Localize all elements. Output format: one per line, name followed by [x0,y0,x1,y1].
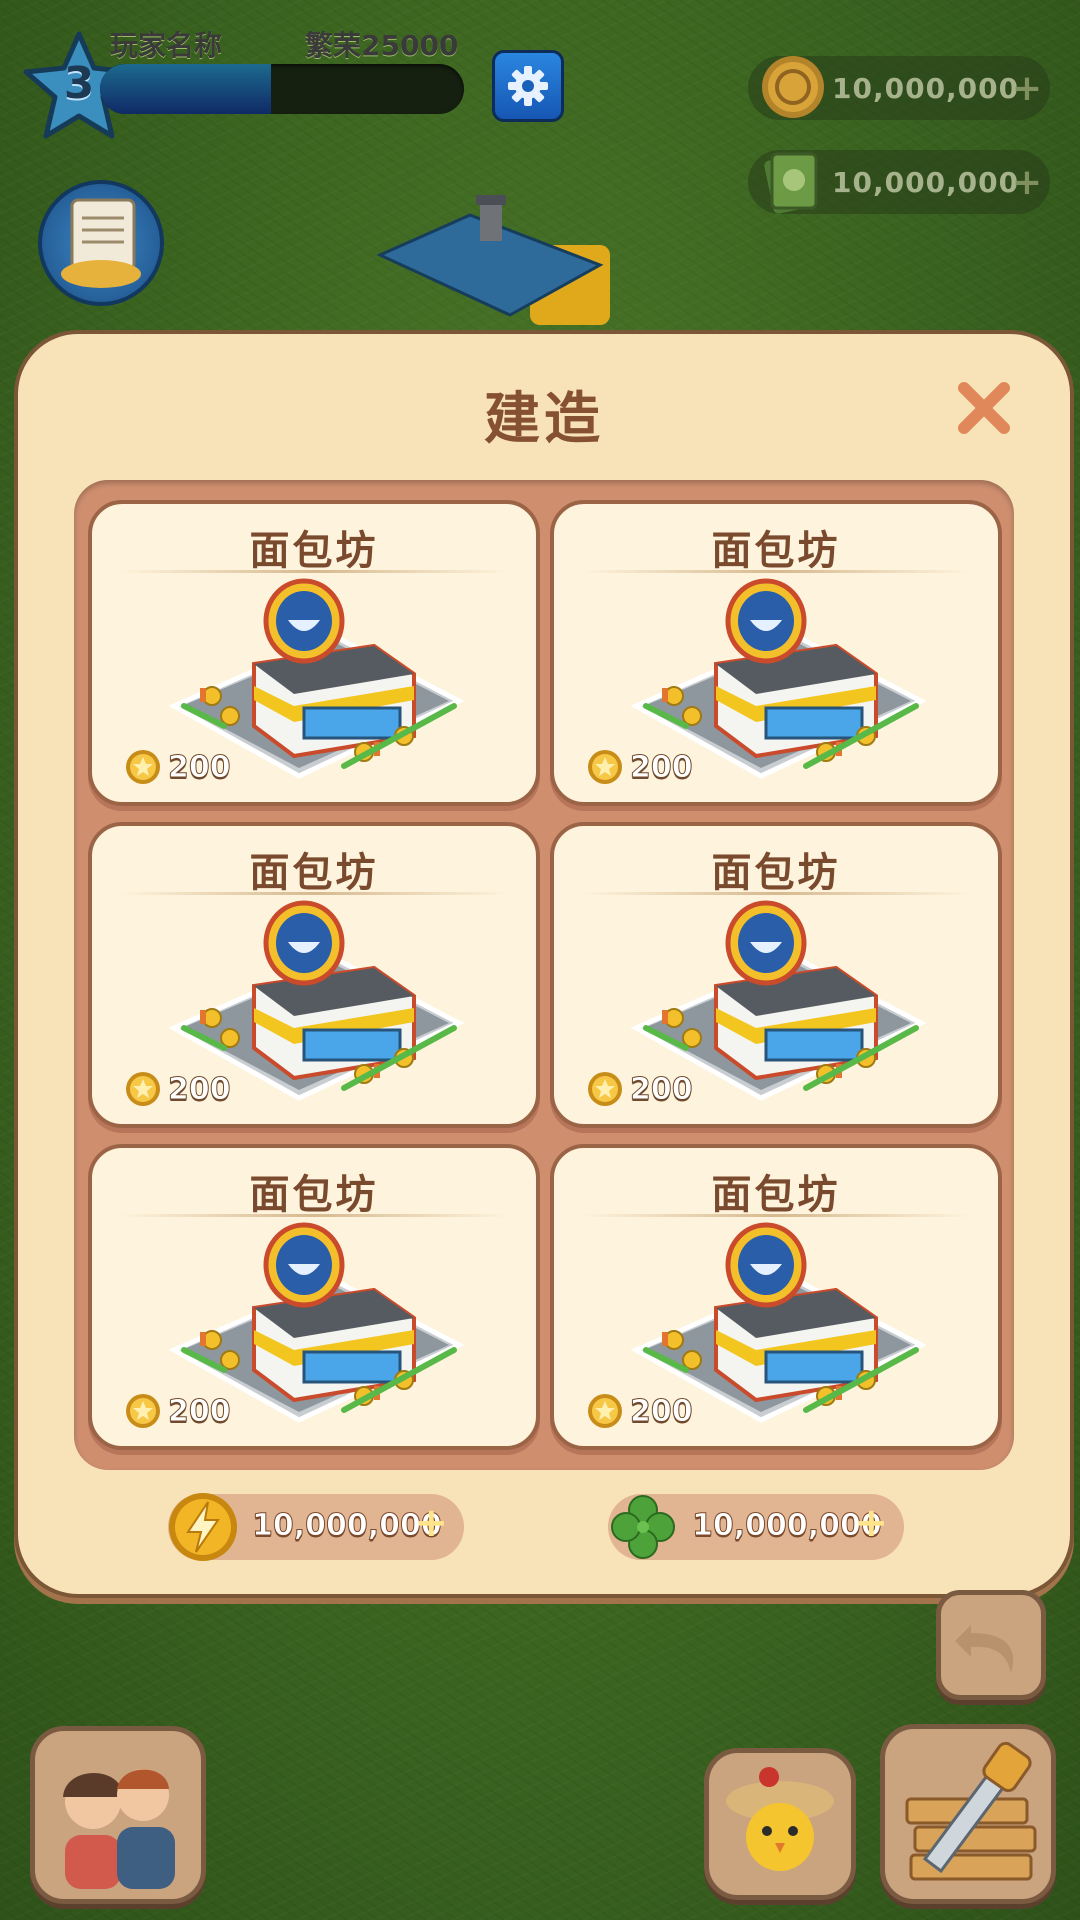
add-energy-button[interactable]: + [414,1500,448,1546]
add-clover-button[interactable]: + [854,1500,888,1546]
building-name: 面包坊 [249,850,379,896]
price-amount: 200 [168,1071,232,1107]
coin-icon [762,56,824,118]
price-amount: 200 [630,1071,694,1107]
price-tag: 200 [586,1070,693,1108]
price-amount: 200 [168,1393,232,1429]
coin-icon [124,748,162,786]
cash-balance: 10,000,000 + [748,150,1050,214]
building-grid: 面包坊 200 面包坊 200 面包坊 200 面包坊 200 面包坊 200 … [74,480,1014,1470]
price-tag: 200 [124,748,231,786]
price-tag: 200 [586,1392,693,1430]
close-icon[interactable] [954,378,1014,438]
building-card[interactable]: 面包坊 200 [88,822,540,1128]
price-amount: 200 [630,749,694,785]
divider [582,1214,970,1217]
building-name: 面包坊 [711,528,841,574]
coin-icon [586,1392,624,1430]
gear-icon [508,66,548,106]
chicken-icon [726,1767,834,1871]
divider [582,570,970,573]
saw-icon [905,1741,1037,1881]
settings-button[interactable] [492,50,564,122]
build-dialog: 建造 面包坊 200 面包坊 200 面包坊 200 面包坊 200 面包坊 2… [14,330,1074,1598]
divider [120,570,508,573]
clover-icon [611,1495,675,1559]
divider [582,892,970,895]
add-coins-button[interactable]: + [1012,68,1042,109]
prosperity-progress-bar [100,64,464,114]
build-button[interactable] [880,1724,1056,1904]
divider [120,892,508,895]
cash-icon [764,152,818,214]
divider [120,1214,508,1217]
friends-avatar-icon [63,1769,175,1889]
building-name: 面包坊 [711,1172,841,1218]
coin-icon [586,748,624,786]
building-card[interactable]: 面包坊 200 [550,822,1002,1128]
price-tag: 200 [124,1070,231,1108]
undo-icon [955,1625,1014,1673]
price-tag: 200 [586,748,693,786]
clover-balance: 10,000,000 + [608,1494,904,1560]
cash-amount: 10,000,000 [832,165,1020,199]
price-amount: 200 [630,1393,694,1429]
player-name: 玩家名称 [110,29,223,62]
building-card[interactable]: 面包坊 200 [550,1144,1002,1450]
quest-button[interactable] [38,180,164,306]
building-name: 面包坊 [249,1172,379,1218]
chicken-farmer-button[interactable] [704,1748,856,1900]
coin-icon [124,1070,162,1108]
friends-button[interactable] [30,1726,206,1904]
add-cash-button[interactable]: + [1012,162,1042,203]
energy-balance: 10,000,000 + [168,1493,464,1561]
energy-amount: 10,000,000 [252,1508,443,1544]
price-tag: 200 [124,1392,231,1430]
progress-fill [100,64,272,114]
coin-icon [586,1070,624,1108]
scroll-icon [61,198,141,288]
dialog-title: 建造 [484,387,604,452]
building-card[interactable]: 面包坊 200 [88,500,540,806]
lightning-coin-icon [169,1493,237,1561]
building-name: 面包坊 [249,528,379,574]
prosperity-value: 繁荣25000 [305,29,459,62]
building-card[interactable]: 面包坊 200 [550,500,1002,806]
coin-amount: 10,000,000 [832,71,1020,105]
clover-amount: 10,000,000 [692,1508,883,1544]
building-name: 面包坊 [711,850,841,896]
house-building [376,195,610,325]
coin-icon [124,1392,162,1430]
building-card[interactable]: 面包坊 200 [88,1144,540,1450]
undo-button[interactable] [936,1590,1046,1700]
price-amount: 200 [168,749,232,785]
coin-balance: 10,000,000 + [748,56,1050,120]
